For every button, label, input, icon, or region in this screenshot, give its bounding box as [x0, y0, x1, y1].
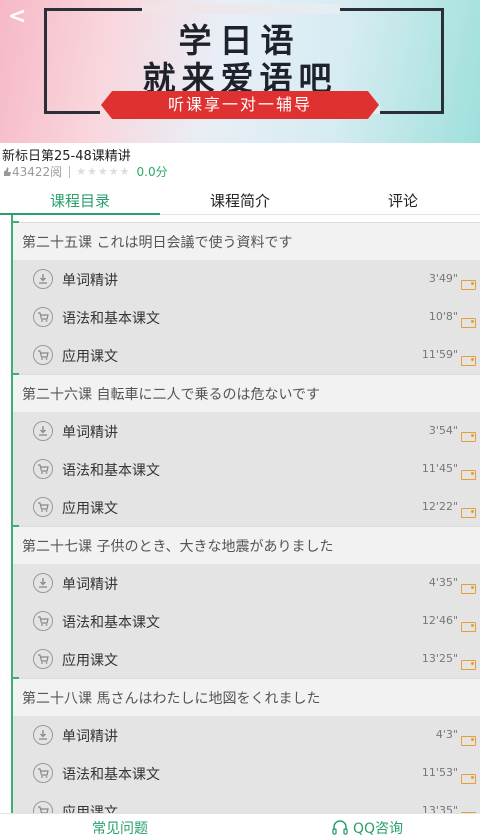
lesson-title: 第二十八课 馬さんはわたしに地図をくれました — [22, 691, 321, 707]
lesson-header[interactable]: 第二十六课 自転車に二人で乗るのは危ないです — [11, 373, 480, 414]
lesson-title: 第二十六课 自転車に二人で乗るのは危ないです — [22, 387, 321, 403]
lesson-item[interactable]: 应用课文 13'35" — [13, 792, 480, 813]
lesson-item[interactable]: 单词精讲 3'54" — [13, 412, 480, 450]
lesson-header[interactable]: 第二十五课 これは明日会議で使う資料です — [11, 221, 480, 262]
lesson-item[interactable]: 语法和基本课文 11'45" — [13, 450, 480, 488]
cart-icon[interactable] — [33, 801, 53, 813]
video-icon — [461, 660, 476, 670]
lesson-title: 第二十五课 これは明日会議で使う資料です — [22, 235, 293, 251]
rating-score: 0.0分 — [136, 165, 168, 179]
lesson-title: 第二十七课 子供のとき、大きな地震がありました — [22, 539, 334, 555]
lesson-item[interactable]: 单词精讲 4'35" — [13, 564, 480, 602]
course-stats: 43422阅 ★★★★★ 0.0分 — [2, 163, 168, 180]
qq-consult-label: QQ咨询 — [353, 821, 404, 837]
banner-ribbon: 听课享一对一辅导 — [101, 91, 379, 119]
cart-icon[interactable] — [33, 649, 53, 669]
divider — [69, 165, 71, 178]
lesson-item[interactable]: 单词精讲 3'49" — [13, 260, 480, 298]
back-icon[interactable]: < — [8, 4, 26, 29]
cart-icon[interactable] — [33, 459, 53, 479]
tab-catalog[interactable]: 课程目录 — [0, 190, 160, 211]
video-icon — [461, 622, 476, 632]
video-icon — [461, 356, 476, 366]
video-icon — [461, 318, 476, 328]
item-label: 语法和基本课文 — [62, 767, 160, 783]
faq-button[interactable]: 常见问题 — [92, 818, 148, 838]
item-duration: 11'45" — [421, 462, 458, 475]
lesson-list[interactable]: 第二十五课 これは明日会議で使う資料です单词精讲 3'49" 语法和基本课文 10'8… — [0, 215, 480, 813]
timeline-tick — [11, 373, 19, 375]
download-icon[interactable] — [33, 269, 53, 289]
item-label: 应用课文 — [62, 349, 118, 365]
item-label: 语法和基本课文 — [62, 463, 160, 479]
lesson-item[interactable]: 应用课文 13'25" — [13, 640, 480, 678]
item-duration: 4'3" — [435, 728, 458, 741]
lesson-item[interactable]: 应用课文 12'22" — [13, 488, 480, 526]
item-duration: 11'53" — [421, 766, 458, 779]
item-label: 单词精讲 — [62, 729, 118, 745]
timeline-tick — [11, 525, 19, 527]
item-duration: 13'35" — [421, 804, 458, 813]
item-label: 语法和基本课文 — [62, 615, 160, 631]
lesson-header[interactable]: 第二十八课 馬さんはわたしに地図をくれました — [11, 677, 480, 718]
item-label: 语法和基本课文 — [62, 311, 160, 327]
cart-icon[interactable] — [33, 611, 53, 631]
course-title: 新标日第25-48课精讲 — [2, 149, 131, 164]
video-icon — [461, 470, 476, 480]
view-count: 43422阅 — [12, 165, 63, 179]
lesson-item[interactable]: 语法和基本课文 10'8" — [13, 298, 480, 336]
item-duration: 13'25" — [421, 652, 458, 665]
download-icon[interactable] — [33, 725, 53, 745]
hand-icon — [4, 167, 11, 176]
bottom-bar: 常见问题 QQ咨询 — [0, 813, 480, 838]
video-icon — [461, 774, 476, 784]
video-icon — [461, 432, 476, 442]
lesson-header[interactable]: 第二十七课 子供のとき、大きな地震がありました — [11, 525, 480, 566]
qq-consult-button[interactable]: QQ咨询 — [331, 818, 403, 838]
cart-icon[interactable] — [33, 345, 53, 365]
item-label: 应用课文 — [62, 653, 118, 669]
download-icon[interactable] — [33, 573, 53, 593]
item-label: 单词精讲 — [62, 425, 118, 441]
video-icon — [461, 280, 476, 290]
item-duration: 12'46" — [421, 614, 458, 627]
download-icon[interactable] — [33, 421, 53, 441]
timeline-tick — [11, 677, 19, 679]
timeline-tick — [11, 221, 19, 223]
lesson-item[interactable]: 单词精讲 4'3" — [13, 716, 480, 754]
item-label: 应用课文 — [62, 805, 118, 813]
item-label: 单词精讲 — [62, 273, 118, 289]
item-duration: 3'54" — [428, 424, 458, 437]
item-duration: 10'8" — [428, 310, 458, 323]
cart-icon[interactable] — [33, 763, 53, 783]
lesson-item[interactable]: 语法和基本课文 12'46" — [13, 602, 480, 640]
item-duration: 3'49" — [428, 272, 458, 285]
item-duration: 11'59" — [421, 348, 458, 361]
cart-icon[interactable] — [33, 307, 53, 327]
tab-intro[interactable]: 课程简介 — [160, 190, 320, 211]
tab-bar: 课程目录 课程简介 评论 — [0, 186, 480, 215]
rating-stars: ★★★★★ — [76, 165, 131, 178]
lesson-item[interactable]: 语法和基本课文 11'53" — [13, 754, 480, 792]
tab-comments[interactable]: 评论 — [320, 190, 480, 211]
video-icon — [461, 508, 476, 518]
item-duration: 4'35" — [428, 576, 458, 589]
item-duration: 12'22" — [421, 500, 458, 513]
headset-icon — [332, 820, 348, 835]
item-label: 应用课文 — [62, 501, 118, 517]
course-info: 新标日第25-48课精讲 43422阅 ★★★★★ 0.0分 — [0, 143, 480, 183]
lesson-item[interactable]: 应用课文 11'59" — [13, 336, 480, 374]
cart-icon[interactable] — [33, 497, 53, 517]
course-banner: 学日语 就来爱语吧 听课享一对一辅导 < — [0, 0, 480, 143]
item-label: 单词精讲 — [62, 577, 118, 593]
video-icon — [461, 736, 476, 746]
video-icon — [461, 584, 476, 594]
